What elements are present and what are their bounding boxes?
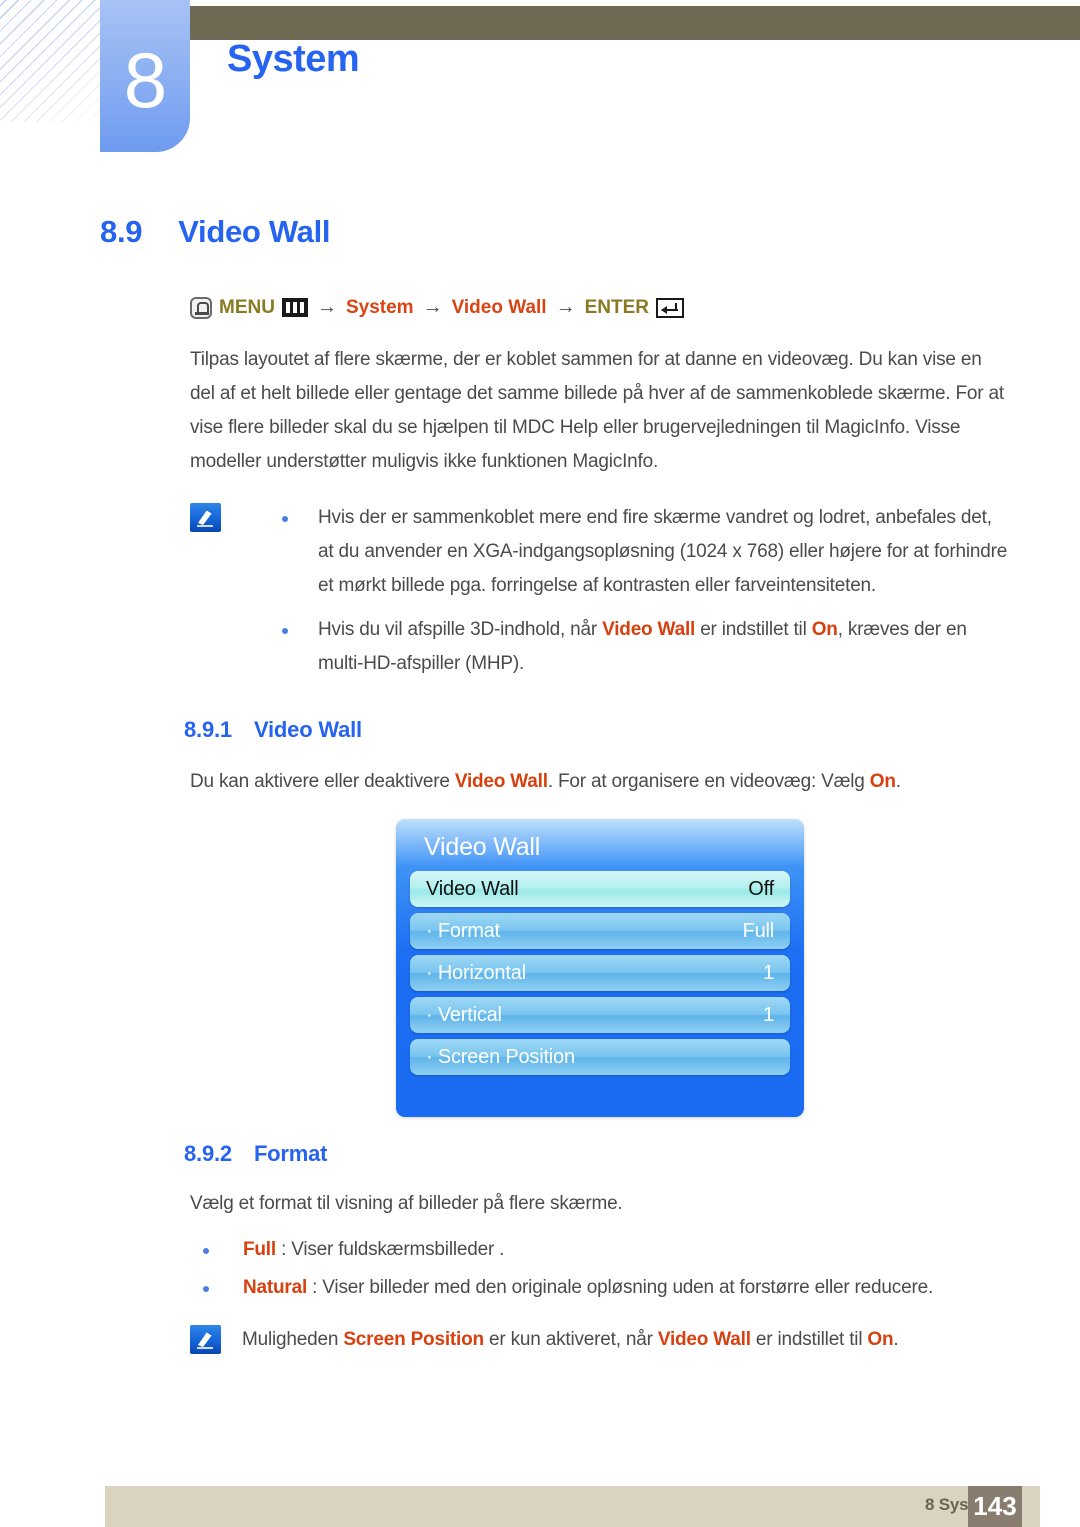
list-item-full: Full : Viser fuldskærmsbilleder . bbox=[190, 1231, 1010, 1269]
format-term-full: Full bbox=[243, 1239, 276, 1260]
footer-bar bbox=[105, 1486, 1040, 1527]
heading-text: Video Wall bbox=[178, 214, 331, 249]
note-1-bullet-1: Hvis der er sammenkoblet mere end fire s… bbox=[278, 501, 1010, 603]
path-step-system: System bbox=[345, 296, 414, 318]
nb2-b: er indstillet til bbox=[695, 619, 812, 640]
heading-number: 8.9 bbox=[100, 214, 143, 249]
osd-row-vertical[interactable]: · Vertical 1 bbox=[410, 997, 790, 1033]
n2-hl-screen-position: Screen Position bbox=[343, 1329, 484, 1350]
n2-hl-video-wall: Video Wall bbox=[657, 1329, 751, 1350]
nb2-hl-on: On bbox=[811, 619, 838, 640]
osd-row-value: 1 bbox=[763, 1003, 774, 1026]
format-term-natural: Natural bbox=[243, 1277, 308, 1298]
intro-paragraph: Tilpas layoutet af flere skærme, der er … bbox=[190, 349, 1004, 472]
osd-video-wall-panel: Video Wall Video Wall Off · Format Full … bbox=[396, 819, 804, 1117]
document-page: 8 System 8.9 Video Wall MENU → System → … bbox=[0, 0, 1080, 1527]
osd-row-label: · Horizontal bbox=[426, 961, 526, 984]
section-892-title: Format bbox=[253, 1141, 328, 1166]
osd-row-horizontal[interactable]: · Horizontal 1 bbox=[410, 955, 790, 991]
osd-row-format[interactable]: · Format Full bbox=[410, 913, 790, 949]
n2-c: er indstillet til bbox=[750, 1329, 868, 1350]
osd-row-video-wall[interactable]: Video Wall Off bbox=[410, 871, 790, 907]
menu-label: MENU bbox=[219, 296, 275, 318]
section-892-number: 8.9.2 bbox=[184, 1141, 232, 1166]
path-arrow-1: → bbox=[316, 296, 337, 318]
header-bar bbox=[190, 6, 1080, 40]
page-title: 8.9 Video Wall bbox=[100, 214, 331, 250]
n2-d: . bbox=[893, 1329, 899, 1350]
path-arrow-3: → bbox=[555, 296, 576, 318]
format-desc-full: : Viser fuldskærmsbilleder . bbox=[275, 1239, 505, 1260]
n2-hl-on: On bbox=[867, 1329, 894, 1350]
n2-a: Muligheden bbox=[242, 1329, 344, 1350]
section-891-title: Video Wall bbox=[253, 717, 362, 742]
section-891-number: 8.9.1 bbox=[184, 717, 232, 742]
note-block-2: Muligheden Screen Position er kun aktive… bbox=[190, 1323, 1010, 1357]
enter-return-icon bbox=[656, 297, 684, 318]
enter-label: ENTER bbox=[584, 296, 649, 318]
press-button-icon bbox=[190, 296, 212, 319]
format-desc-natural: : Viser billeder med den originale opløs… bbox=[307, 1277, 934, 1298]
osd-row-value: Full bbox=[742, 919, 775, 942]
format-option-list: Full : Viser fuldskærmsbilleder . Natura… bbox=[190, 1231, 1010, 1307]
osd-row-label: · Format bbox=[426, 919, 500, 942]
note-pencil-icon bbox=[190, 503, 221, 532]
section-891-paragraph: Du kan aktivere eller deaktivere Video W… bbox=[190, 765, 1010, 799]
s891-a: Du kan aktivere eller deaktivere bbox=[190, 771, 455, 792]
s891-hl-video-wall: Video Wall bbox=[454, 771, 548, 792]
note-block-1: Hvis der er sammenkoblet mere end fire s… bbox=[190, 501, 1010, 681]
section-892-paragraph: Vælg et format til visning af billeder p… bbox=[190, 1193, 623, 1214]
list-item-natural: Natural : Viser billeder med den origina… bbox=[190, 1269, 1010, 1307]
chapter-title: System bbox=[227, 38, 360, 80]
content-column: MENU → System → Video Wall → ENTER Tilpa… bbox=[184, 296, 1010, 1357]
chapter-number: 8 bbox=[123, 36, 167, 124]
path-arrow-2: → bbox=[422, 296, 443, 318]
s891-b: . For at organisere en videovæg: Vælg bbox=[547, 771, 870, 792]
osd-row-label: · Vertical bbox=[426, 1003, 502, 1026]
osd-row-value: 1 bbox=[763, 961, 774, 984]
osd-row-value: Off bbox=[748, 877, 774, 900]
osd-row-screen-position[interactable]: · Screen Position bbox=[410, 1039, 790, 1075]
menu-path-breadcrumb: MENU → System → Video Wall → ENTER bbox=[190, 296, 1010, 319]
nb2-a: Hvis du vil afspille 3D-indhold, når bbox=[318, 619, 603, 640]
menu-bars-icon bbox=[281, 298, 308, 317]
note-2-text: Muligheden Screen Position er kun aktive… bbox=[242, 1323, 1010, 1357]
n2-b: er kun aktiveret, når bbox=[483, 1329, 658, 1350]
nb2-hl-video-wall: Video Wall bbox=[602, 619, 696, 640]
note-1-bullet-list: Hvis der er sammenkoblet mere end fire s… bbox=[278, 501, 1010, 681]
s891-hl-on: On bbox=[869, 771, 896, 792]
osd-row-label: Video Wall bbox=[426, 877, 519, 900]
path-step-video-wall: Video Wall bbox=[451, 296, 547, 318]
section-heading-892: 8.9.2 Format bbox=[184, 1141, 1010, 1167]
note-pencil-icon bbox=[190, 1325, 221, 1354]
s891-c: . bbox=[895, 771, 901, 792]
chapter-number-tab: 8 bbox=[100, 0, 190, 152]
osd-row-label: · Screen Position bbox=[426, 1045, 575, 1068]
osd-title: Video Wall bbox=[424, 833, 541, 861]
section-heading-891: 8.9.1 Video Wall bbox=[184, 717, 1010, 743]
footer-page-number: 143 bbox=[968, 1486, 1022, 1527]
note-1-bullet-2: Hvis du vil afspille 3D-indhold, når Vid… bbox=[278, 613, 1010, 681]
